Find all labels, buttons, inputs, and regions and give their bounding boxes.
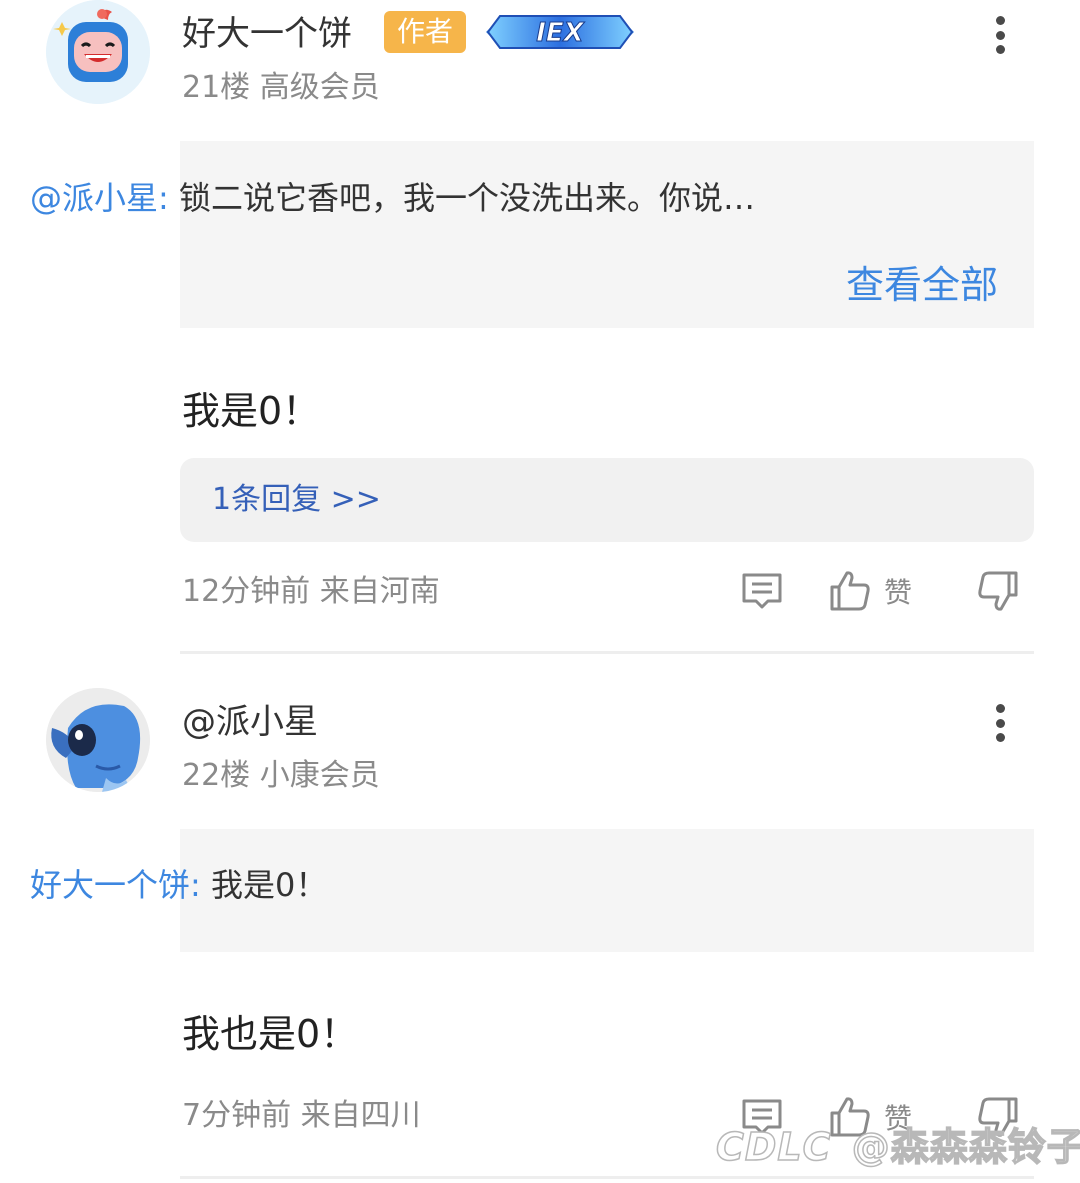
- replies-link[interactable]: 1条回复 >>: [212, 480, 381, 520]
- user-avatar[interactable]: [46, 688, 150, 792]
- username[interactable]: @派小星: [182, 700, 318, 744]
- more-vertical-icon: [995, 704, 1005, 713]
- quote-author-link[interactable]: 好大一个饼:: [30, 866, 201, 904]
- quote-text: 锁二说它香吧，我一个没洗出来。你说…: [178, 179, 755, 217]
- post-meta: 12分钟前 来自河南: [182, 572, 440, 612]
- floor-meta: 21楼 高级会员: [182, 68, 380, 108]
- post-location: 来自四川: [300, 1098, 421, 1133]
- membership-level: 高级会员: [259, 70, 380, 105]
- floor-number: 22楼: [182, 758, 251, 793]
- more-options-button[interactable]: [980, 10, 1020, 60]
- more-vertical-icon: [995, 16, 1005, 25]
- post-time: 7分钟前: [182, 1098, 292, 1133]
- username[interactable]: 好大一个饼: [182, 12, 352, 56]
- like-label: 赞: [884, 576, 913, 609]
- level-badge: IEX: [480, 10, 640, 54]
- thumbs-down-icon: [978, 571, 1018, 611]
- like-button[interactable]: 赞: [828, 566, 912, 616]
- post-meta: 7分钟前 来自四川: [182, 1096, 421, 1136]
- watermark-logo: CDLC: [715, 1124, 832, 1170]
- quote-author-link[interactable]: @派小星:: [30, 179, 169, 217]
- membership-level: 小康会员: [259, 758, 380, 793]
- user-avatar[interactable]: [46, 0, 150, 104]
- more-options-button[interactable]: [980, 698, 1020, 748]
- dislike-button[interactable]: [976, 566, 1020, 616]
- comment-button[interactable]: [740, 566, 784, 616]
- watermark-user: @森森森铃子: [851, 1124, 1080, 1170]
- avatar-stitch-icon: [46, 688, 150, 792]
- post-location: 来自河南: [319, 574, 440, 609]
- comment-content: 我也是0！: [182, 1012, 359, 1056]
- comment-icon: [742, 573, 782, 609]
- thumbs-up-icon: [830, 571, 870, 611]
- divider: [180, 1176, 1034, 1179]
- quote-text: 我是0！: [210, 866, 328, 904]
- post-time: 12分钟前: [182, 574, 311, 609]
- watermark: CDLC @森森森铃子: [715, 1116, 1080, 1171]
- floor-number: 21楼: [182, 70, 251, 105]
- svg-text:IEX: IEX: [536, 18, 585, 48]
- avatar-cartoon-icon: [46, 0, 150, 104]
- floor-meta: 22楼 小康会员: [182, 756, 380, 796]
- quote-line: @派小星: 锁二说它香吧，我一个没洗出来。你说…: [30, 176, 830, 220]
- view-all-button[interactable]: 查看全部: [846, 262, 998, 308]
- quote-line: 好大一个饼: 我是0！: [30, 863, 830, 907]
- comment-content: 我是0！: [182, 389, 321, 433]
- author-badge: 作者: [384, 11, 466, 53]
